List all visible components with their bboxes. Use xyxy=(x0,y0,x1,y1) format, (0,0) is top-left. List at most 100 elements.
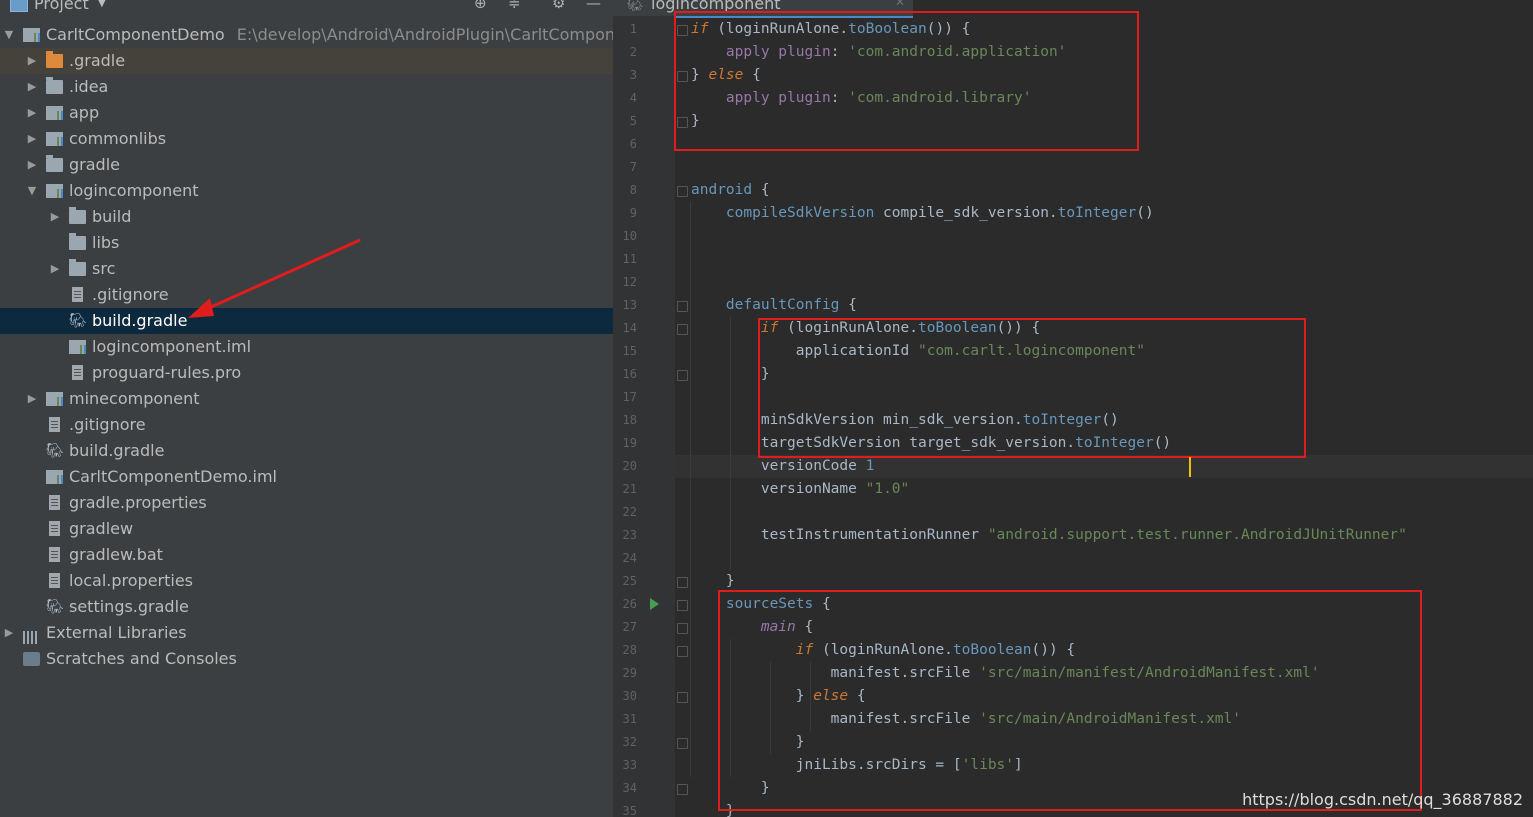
tree-item[interactable]: logincomponent.iml xyxy=(0,334,613,360)
tree-item-name: External Libraries xyxy=(46,623,187,642)
file-icon xyxy=(72,287,83,302)
tree-item[interactable]: ▶ app xyxy=(0,100,613,126)
fold-marker-icon[interactable] xyxy=(677,301,688,312)
red-arrow-annotation xyxy=(188,238,361,318)
code-token: "1.0" xyxy=(865,481,910,497)
fold-marker-icon[interactable] xyxy=(677,370,688,381)
collapsed-arrow-icon[interactable]: ▶ xyxy=(25,152,39,178)
line-number-gutter: 1 2 3 4 5 6 7 8 9 10 11 12 13 14 15 16 17 18 19 20 21 22 23 24 2… xyxy=(613,16,688,817)
fold-marker-icon[interactable] xyxy=(677,186,688,197)
project-path: E:\develop\Android\AndroidPlugin\CarltCo… xyxy=(236,25,613,44)
code-line[interactable]: android { xyxy=(691,179,770,202)
tree-item[interactable]: 🐘︎ build.gradle xyxy=(0,438,613,464)
line-number: 19 xyxy=(622,436,637,450)
folder-icon xyxy=(69,233,86,250)
highlight-box-source-sets xyxy=(718,590,1422,811)
tree-item-name: gradle.properties xyxy=(69,493,207,512)
tree-item-name: libs xyxy=(92,233,120,252)
code-token: android xyxy=(691,182,753,198)
expanded-arrow-icon[interactable]: ▼ xyxy=(2,22,16,48)
fold-marker-icon[interactable] xyxy=(677,692,688,703)
gear-icon[interactable]: ⚙ xyxy=(552,0,565,12)
run-icon[interactable] xyxy=(650,598,659,610)
project-icon xyxy=(10,0,28,12)
line-number: 2 xyxy=(629,45,637,59)
tree-item[interactable]: ▶ .idea xyxy=(0,74,613,100)
code-line[interactable]: compileSdkVersion compile_sdk_version.to… xyxy=(691,202,1154,225)
line-number: 5 xyxy=(629,114,637,128)
tree-item[interactable]: gradlew xyxy=(0,516,613,542)
close-icon[interactable]: ✕ xyxy=(895,0,905,9)
code-token: { xyxy=(839,297,857,313)
fold-marker-icon[interactable] xyxy=(677,600,688,611)
chevron-down-icon[interactable]: ▼ xyxy=(98,0,106,9)
collapsed-arrow-icon[interactable]: ▶ xyxy=(48,256,62,282)
tree-item[interactable]: gradle.properties xyxy=(0,490,613,516)
tree-item-name: .idea xyxy=(69,77,109,96)
line-number: 11 xyxy=(622,252,637,266)
tree-item[interactable]: Scratches and Consoles xyxy=(0,646,613,672)
hide-panel-icon[interactable]: — xyxy=(586,0,601,12)
properties-icon xyxy=(49,495,60,510)
folder-icon xyxy=(46,77,63,94)
code-line[interactable]: defaultConfig { xyxy=(691,294,857,317)
tree-item-name: .gitignore xyxy=(69,415,146,434)
fold-marker-icon[interactable] xyxy=(677,738,688,749)
tree-item[interactable]: 🐘︎ settings.gradle xyxy=(0,594,613,620)
fold-marker-icon[interactable] xyxy=(677,324,688,335)
tree-item[interactable]: ▶ commonlibs xyxy=(0,126,613,152)
tree-item-name: build xyxy=(92,207,132,226)
tree-item-label: External Libraries xyxy=(46,620,187,646)
tree-item[interactable]: ▶ .gradle xyxy=(0,48,613,74)
fold-marker-icon[interactable] xyxy=(677,784,688,795)
tree-item[interactable]: local.properties xyxy=(0,568,613,594)
fold-marker-icon[interactable] xyxy=(677,577,688,588)
tree-item-name: commonlibs xyxy=(69,129,167,148)
folder-icon xyxy=(46,155,63,172)
line-number: 6 xyxy=(629,137,637,151)
collapsed-arrow-icon[interactable]: ▶ xyxy=(48,204,62,230)
expanded-arrow-icon[interactable]: ▼ xyxy=(25,178,39,204)
tree-item[interactable]: ▼ CarltComponentDemo E:\develop\Android\An… xyxy=(0,22,613,48)
project-view-selector[interactable]: Project xyxy=(34,0,89,13)
fold-marker-icon[interactable] xyxy=(677,646,688,657)
line-number: 20 xyxy=(622,459,637,473)
line-number: 28 xyxy=(622,643,637,657)
file-icon xyxy=(49,417,60,432)
tree-item[interactable]: ▶ minecomponent xyxy=(0,386,613,412)
tree-item-name: app xyxy=(69,103,100,122)
tree-item[interactable]: ▶ gradle xyxy=(0,152,613,178)
collapsed-arrow-icon[interactable]: ▶ xyxy=(25,126,39,152)
collapsed-arrow-icon[interactable]: ▶ xyxy=(2,620,16,646)
collapsed-arrow-icon[interactable]: ▶ xyxy=(25,386,39,412)
tree-item-name: .gitignore xyxy=(92,285,169,304)
code-token: compile_sdk_version. xyxy=(874,205,1058,221)
code-line[interactable]: versionCode 1 xyxy=(691,455,875,478)
code-line[interactable]: versionName "1.0" xyxy=(691,478,909,501)
collapse-all-icon[interactable]: ≑ xyxy=(508,0,521,12)
fold-marker-icon[interactable] xyxy=(677,623,688,634)
tree-item[interactable]: ▶ build xyxy=(0,204,613,230)
locate-icon[interactable]: ⊕ xyxy=(474,0,487,12)
tree-item-label: proguard-rules.pro xyxy=(92,360,241,386)
code-line[interactable]: testInstrumentationRunner "android.suppo… xyxy=(691,524,1407,547)
code-token: toInteger xyxy=(1057,205,1137,221)
tree-item[interactable]: gradlew.bat xyxy=(0,542,613,568)
tree-item[interactable]: proguard-rules.pro xyxy=(0,360,613,386)
collapsed-arrow-icon[interactable]: ▶ xyxy=(25,100,39,126)
collapsed-arrow-icon[interactable]: ▶ xyxy=(25,48,39,74)
line-number: 35 xyxy=(622,804,637,817)
tree-item[interactable]: ▼ logincomponent xyxy=(0,178,613,204)
module-icon xyxy=(23,28,40,42)
tree-item[interactable]: CarltComponentDemo.iml xyxy=(0,464,613,490)
code-token: 1 xyxy=(865,458,875,474)
folder-icon xyxy=(46,51,63,68)
scratches-icon xyxy=(23,652,40,666)
tree-item-label: CarltComponentDemo.iml xyxy=(69,464,277,490)
code-editor[interactable]: 🐘︎ logincomponent ✕ 1 2 3 4 5 6 7 8 9 10 11 12 13 14 1… xyxy=(613,0,1533,817)
tree-item[interactable]: .gitignore xyxy=(0,412,613,438)
line-number: 26 xyxy=(622,597,637,611)
tree-item[interactable]: ▶ External Libraries xyxy=(0,620,613,646)
collapsed-arrow-icon[interactable]: ▶ xyxy=(25,74,39,100)
line-number: 8 xyxy=(629,183,637,197)
